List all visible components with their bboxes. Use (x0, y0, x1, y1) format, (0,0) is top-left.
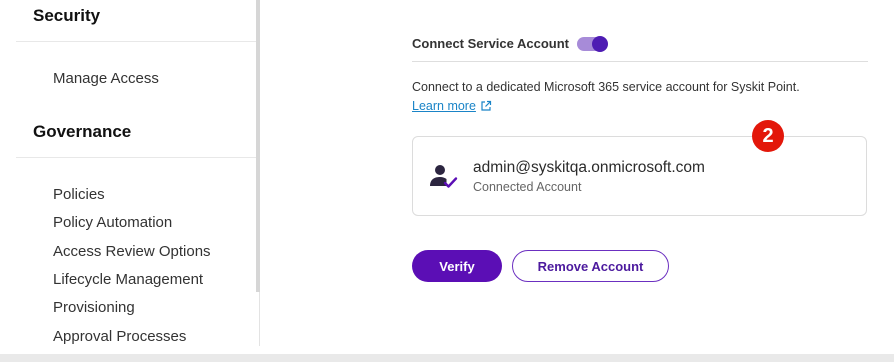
settings-page: Security Manage Access Governance Polici… (0, 0, 894, 362)
sidebar-item-policy-automation[interactable]: Policy Automation (53, 214, 172, 231)
toggle-knob (592, 35, 609, 52)
verify-button[interactable]: Verify (412, 250, 502, 282)
sidebar-item-lifecycle-management[interactable]: Lifecycle Management (53, 271, 203, 288)
header-divider (412, 61, 868, 62)
service-account-toggle[interactable] (577, 35, 609, 52)
sidebar-item-policies[interactable]: Policies (53, 186, 105, 203)
sidebar: Security Manage Access Governance Polici… (16, 0, 260, 346)
section-divider (16, 41, 256, 42)
service-account-header: Connect Service Account (412, 35, 609, 52)
service-account-description: Connect to a dedicated Microsoft 365 ser… (412, 80, 800, 94)
user-check-icon (430, 165, 458, 188)
section-divider (16, 157, 256, 158)
service-account-title: Connect Service Account (412, 36, 570, 51)
sidebar-scrollbar[interactable] (256, 0, 260, 292)
step-number-badge: 2 (752, 120, 784, 152)
sidebar-item-access-review-options[interactable]: Access Review Options (53, 243, 211, 260)
sidebar-item-provisioning[interactable]: Provisioning (53, 299, 135, 316)
external-link-icon (481, 100, 492, 111)
account-email: admin@syskitqa.onmicrosoft.com (473, 159, 705, 176)
learn-more-label: Learn more (412, 99, 476, 113)
sidebar-item-approval-processes[interactable]: Approval Processes (53, 328, 186, 345)
section-header-governance: Governance (33, 122, 132, 141)
sidebar-item-manage-access[interactable]: Manage Access (53, 70, 159, 87)
section-header-security: Security (33, 6, 101, 25)
connected-account-card: admin@syskitqa.onmicrosoft.com Connected… (412, 136, 867, 216)
remove-account-button[interactable]: Remove Account (512, 250, 669, 282)
learn-more-link[interactable]: Learn more (412, 99, 492, 113)
horizontal-scrollbar[interactable] (0, 354, 894, 362)
account-status: Connected Account (473, 180, 582, 194)
